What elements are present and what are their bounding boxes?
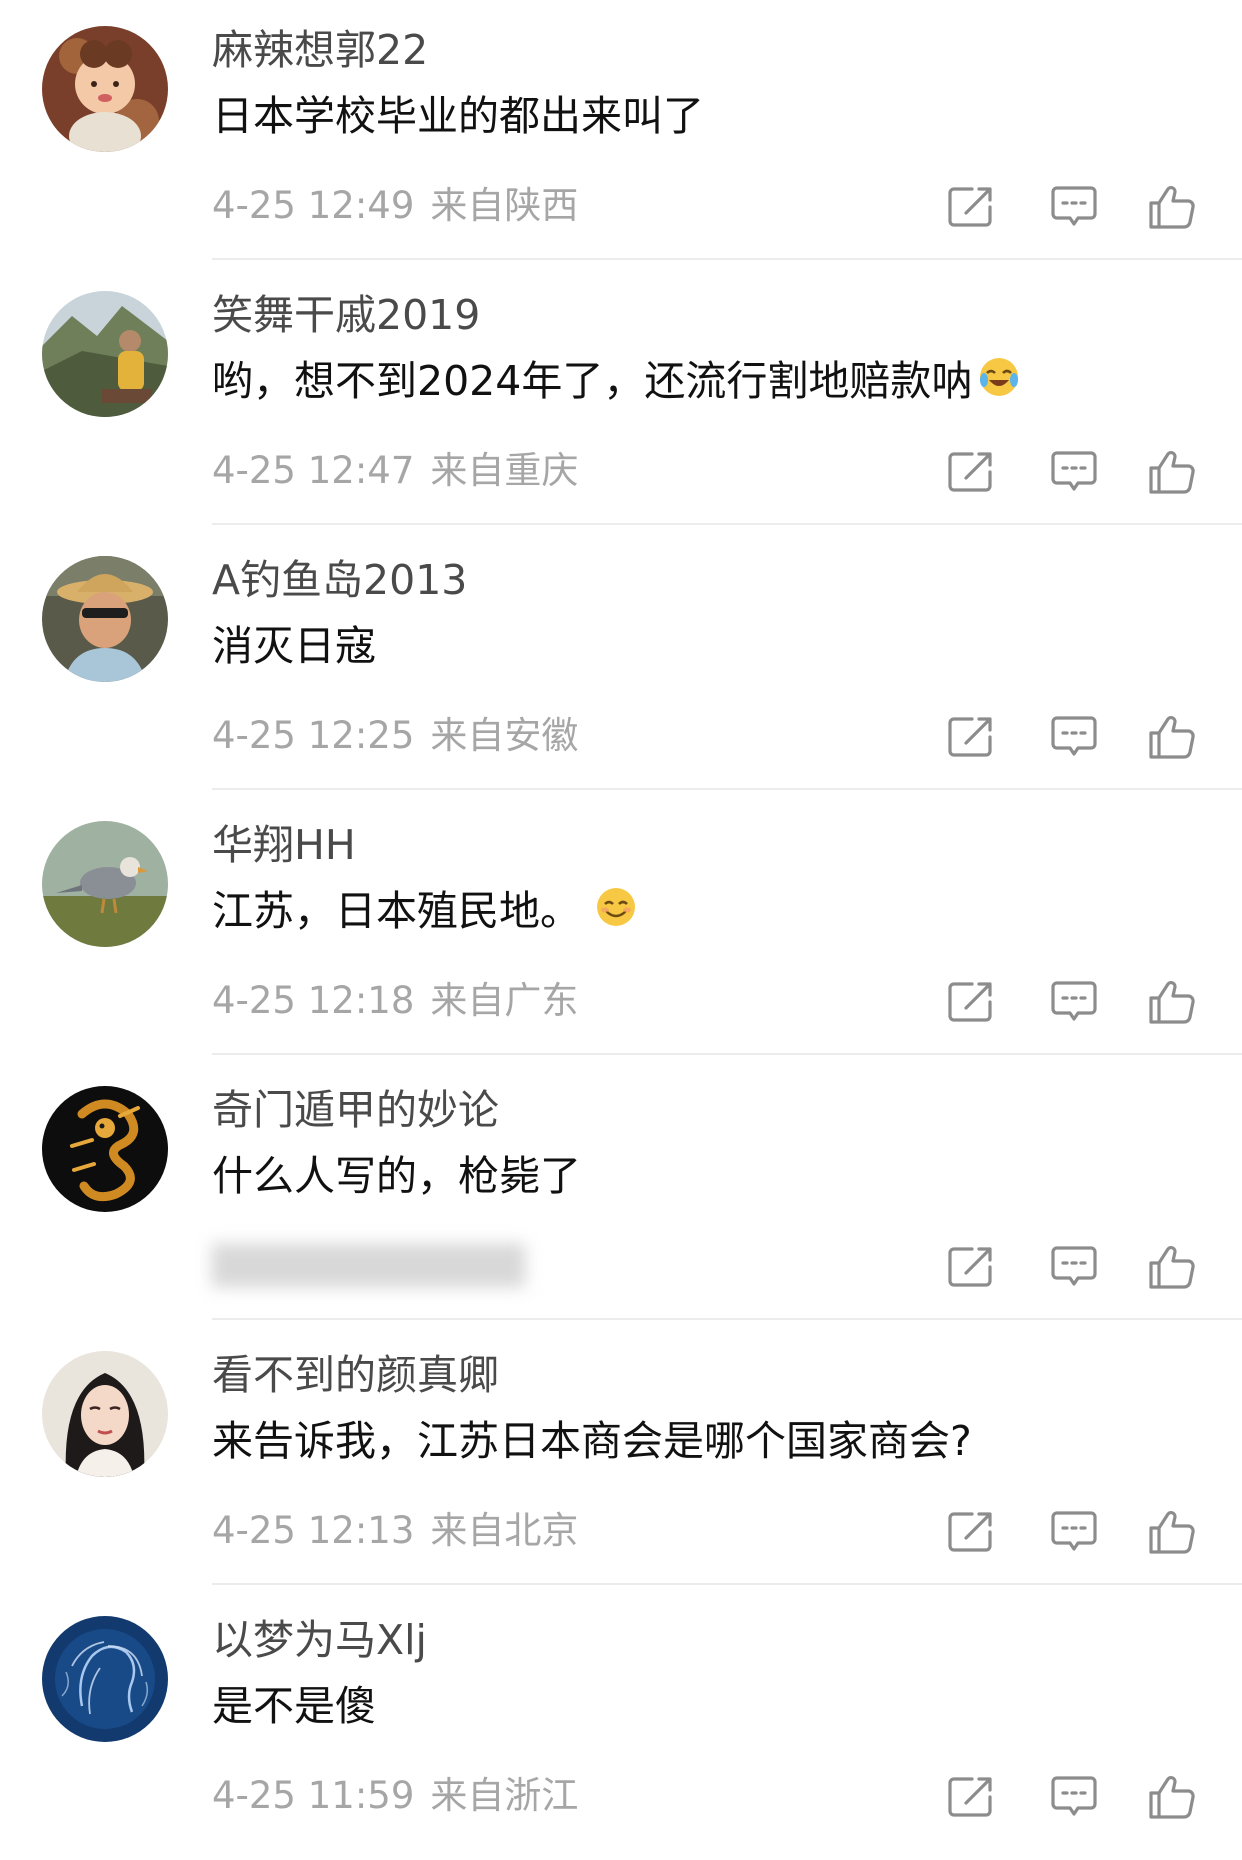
share-button[interactable] <box>946 448 998 496</box>
comment-location: 来自安徽 <box>430 714 579 757</box>
smile-emoji <box>595 884 637 944</box>
thumbs-up-icon <box>1149 1246 1195 1289</box>
comment-meta: 4-25 12:49 来自陕西 <box>212 180 578 232</box>
comment-time: 4-25 12:25 <box>212 714 415 757</box>
comment-meta: 4-25 11:59 来自浙江 <box>212 1770 578 1822</box>
like-button[interactable] <box>1146 1243 1198 1291</box>
avatar[interactable] <box>42 821 168 947</box>
share-button[interactable] <box>946 1773 998 1821</box>
avatar[interactable] <box>42 26 168 152</box>
avatar[interactable] <box>42 1086 168 1212</box>
comment-meta: 4-25 12:18 来自广东 <box>212 975 578 1027</box>
share-icon <box>948 982 992 1022</box>
comment-time: 4-25 12:47 <box>212 449 415 492</box>
comment-location: 来自浙江 <box>430 1774 579 1817</box>
comment-text: 什么人写的，枪毙了 <box>212 1152 581 1200</box>
avatar[interactable] <box>42 1351 168 1477</box>
share-icon <box>948 717 992 757</box>
comment-location: 来自北京 <box>430 1509 579 1552</box>
avatar[interactable] <box>42 291 168 417</box>
avatar[interactable] <box>42 556 168 682</box>
comment-icon <box>1051 981 1097 1021</box>
comment-meta: 4-25 12:25 来自安徽 <box>212 710 578 762</box>
reply-button[interactable] <box>1048 1243 1100 1291</box>
comment-icon <box>1051 1776 1097 1816</box>
username[interactable]: 麻辣想郭22 <box>212 22 428 78</box>
username[interactable]: 看不到的颜真卿 <box>212 1347 499 1403</box>
comment-location: 来自陕西 <box>430 184 579 227</box>
divider <box>212 1583 1242 1585</box>
comment-text: 日本学校毕业的都出来叫了 <box>212 92 704 140</box>
laugh-cry-emoji <box>978 354 1020 414</box>
comment-meta-blurred: ███████████ <box>212 1244 526 1287</box>
like-button[interactable] <box>1146 448 1198 496</box>
share-icon <box>948 187 992 227</box>
divider <box>212 258 1242 260</box>
share-button[interactable] <box>946 713 998 761</box>
reply-button[interactable] <box>1048 1508 1100 1556</box>
like-button[interactable] <box>1146 1773 1198 1821</box>
comment-item: 看不到的颜真卿 来告诉我，江苏日本商会是哪个国家商会? 4-25 12:13 来自… <box>0 1325 1242 1590</box>
comment-time: 4-25 12:49 <box>212 184 415 227</box>
comment-text: 来告诉我，江苏日本商会是哪个国家商会? <box>212 1417 972 1465</box>
comment-icon <box>1051 1511 1097 1551</box>
comment-icon <box>1051 716 1097 756</box>
thumbs-up-icon <box>1149 1511 1195 1554</box>
comment-time: 4-25 12:18 <box>212 979 415 1022</box>
comment-meta: 4-25 12:13 来自北京 <box>212 1505 578 1557</box>
comment-time: 4-25 12:13 <box>212 1509 415 1552</box>
comment-text: 是不是傻 <box>212 1682 376 1730</box>
comment-location: 来自广东 <box>430 979 579 1022</box>
reply-button[interactable] <box>1048 1773 1100 1821</box>
username[interactable]: 以梦为马Xlj <box>212 1612 427 1668</box>
comment-icon <box>1051 1246 1097 1286</box>
share-icon <box>948 1777 992 1817</box>
comment-text: 消灭日寇 <box>212 622 376 670</box>
share-icon <box>948 1512 992 1552</box>
comment-text: 江苏，日本殖民地。 <box>212 881 637 944</box>
reply-button[interactable] <box>1048 978 1100 1026</box>
reply-button[interactable] <box>1048 183 1100 231</box>
share-button[interactable] <box>946 1243 998 1291</box>
divider <box>212 523 1242 525</box>
like-button[interactable] <box>1146 713 1198 761</box>
comment-item: A钓鱼岛2013 消灭日寇 4-25 12:25 来自安徽 <box>0 530 1242 795</box>
username[interactable]: 笑舞干戚2019 <box>212 287 480 343</box>
username[interactable]: 奇门遁甲的妙论 <box>212 1082 499 1138</box>
comment-item: 华翔HH 江苏，日本殖民地。 4-25 12:18 来自广东 <box>0 795 1242 1060</box>
thumbs-up-icon <box>1149 981 1195 1024</box>
comment-item: 奇门遁甲的妙论 什么人写的，枪毙了 ███████████ <box>0 1060 1242 1325</box>
divider <box>212 1053 1242 1055</box>
thumbs-up-icon <box>1149 451 1195 494</box>
comment-item: 麻辣想郭22 日本学校毕业的都出来叫了 4-25 12:49 来自陕西 <box>0 0 1242 265</box>
like-button[interactable] <box>1146 1508 1198 1556</box>
share-icon <box>948 452 992 492</box>
avatar[interactable] <box>42 1616 168 1742</box>
share-button[interactable] <box>946 978 998 1026</box>
comment-icon <box>1051 186 1097 226</box>
comment-time: 4-25 11:59 <box>212 1774 415 1817</box>
thumbs-up-icon <box>1149 1776 1195 1819</box>
thumbs-up-icon <box>1149 186 1195 229</box>
comment-location: 来自重庆 <box>430 449 579 492</box>
comment-feed: 麻辣想郭22 日本学校毕业的都出来叫了 4-25 12:49 来自陕西 笑舞干戚… <box>0 0 1242 1860</box>
divider <box>212 788 1242 790</box>
thumbs-up-icon <box>1149 716 1195 759</box>
username[interactable]: A钓鱼岛2013 <box>212 552 467 608</box>
comment-icon <box>1051 451 1097 491</box>
divider <box>212 1318 1242 1320</box>
share-button[interactable] <box>946 1508 998 1556</box>
reply-button[interactable] <box>1048 713 1100 761</box>
share-button[interactable] <box>946 183 998 231</box>
username[interactable]: 华翔HH <box>212 817 356 873</box>
share-icon <box>948 1247 992 1287</box>
reply-button[interactable] <box>1048 448 1100 496</box>
comment-item: 笑舞干戚2019 哟，想不到2024年了，还流行割地赔款呐 4-25 12:47… <box>0 265 1242 530</box>
comment-text: 哟，想不到2024年了，还流行割地赔款呐 <box>212 351 1020 414</box>
comment-meta: 4-25 12:47 来自重庆 <box>212 445 578 497</box>
like-button[interactable] <box>1146 978 1198 1026</box>
comment-item: 以梦为马Xlj 是不是傻 4-25 11:59 来自浙江 <box>0 1590 1242 1855</box>
like-button[interactable] <box>1146 183 1198 231</box>
comment-meta: ███████████ <box>212 1240 525 1292</box>
